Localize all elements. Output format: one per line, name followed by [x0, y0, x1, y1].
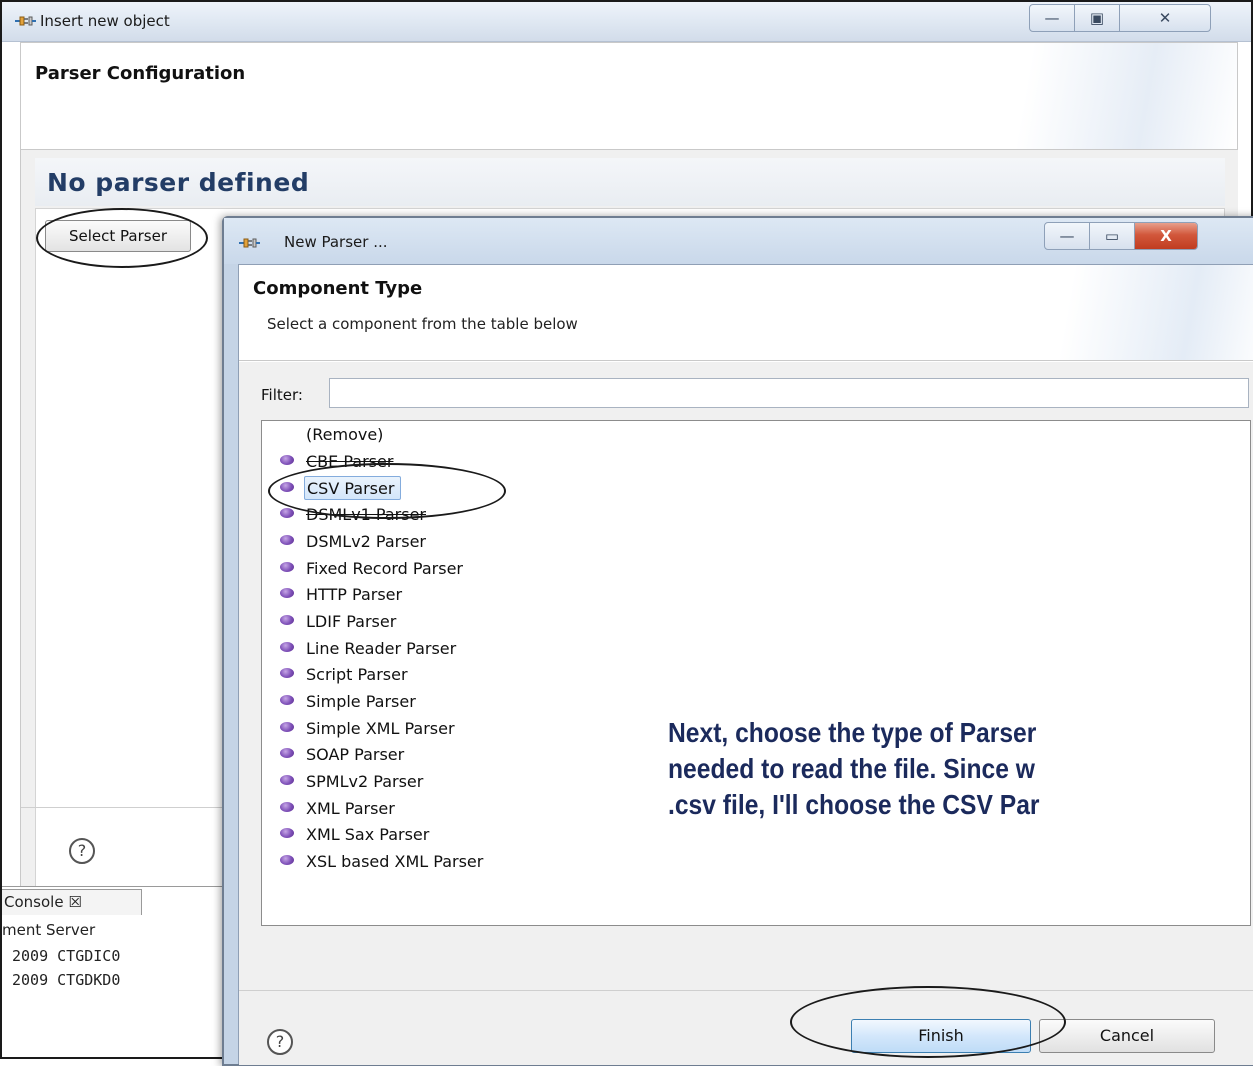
component-bullet-icon: [280, 508, 294, 518]
list-item[interactable]: CBE Parser: [306, 450, 393, 474]
list-item[interactable]: Simple XML Parser: [306, 717, 455, 741]
maximize-icon[interactable]: ▣: [1075, 5, 1120, 31]
annotation-line: Next, choose the type of Parser: [668, 717, 1037, 748]
component-bullet-icon: [280, 855, 294, 865]
console-server-label: ment Server: [2, 921, 96, 939]
annotation-line: needed to read the file. Since w: [668, 753, 1035, 784]
maximize-icon[interactable]: ▭: [1090, 223, 1135, 249]
component-bullet-icon: [280, 642, 294, 652]
help-icon[interactable]: ?: [267, 1029, 293, 1055]
annotation-line: .csv file, I'll choose the CSV Par: [668, 789, 1040, 820]
filter-label: Filter:: [261, 386, 303, 404]
list-item[interactable]: Line Reader Parser: [306, 637, 456, 661]
component-list: (Remove) CBE Parser CSV Parser DSMLv1 Pa…: [261, 420, 1251, 926]
parser-plug-icon: [15, 16, 36, 26]
tutorial-annotation: Next, choose the type of Parser needed t…: [668, 715, 1217, 823]
list-item[interactable]: SOAP Parser: [306, 743, 404, 767]
console-line: 2009 CTGDIC0: [12, 947, 121, 965]
dialog-title: New Parser ...: [284, 233, 388, 251]
dialog-title-bar[interactable]: New Parser ... — ▭ X: [224, 218, 1253, 264]
list-item[interactable]: XML Sax Parser: [306, 823, 429, 847]
list-item[interactable]: XML Parser: [306, 797, 395, 821]
component-bullet-icon: [280, 562, 294, 572]
list-item[interactable]: DSMLv1 Parser: [306, 503, 426, 527]
minimize-icon[interactable]: —: [1045, 223, 1090, 249]
dialog-content: Component Type Select a component from t…: [238, 264, 1253, 1065]
close-icon[interactable]: X: [1135, 223, 1197, 249]
status-band: No parser defined: [35, 158, 1225, 206]
dialog-header-banner: Component Type Select a component from t…: [239, 265, 1253, 361]
list-item[interactable]: Script Parser: [306, 663, 408, 687]
minimize-icon[interactable]: —: [1030, 5, 1075, 31]
no-parser-heading: No parser defined: [47, 168, 310, 197]
filter-input[interactable]: [329, 378, 1249, 408]
list-item[interactable]: HTTP Parser: [306, 583, 402, 607]
list-item[interactable]: XSL based XML Parser: [306, 850, 483, 874]
list-item[interactable]: SPMLv2 Parser: [306, 770, 423, 794]
dialog-body: Filter: (Remove) CBE Parser CSV Parser D…: [239, 362, 1253, 1065]
list-item-selected[interactable]: CSV Parser: [304, 476, 402, 500]
divider: [239, 990, 1253, 991]
console-tab[interactable]: Console ☒: [2, 889, 142, 915]
finish-button[interactable]: Finish: [851, 1019, 1031, 1053]
close-icon[interactable]: ✕: [1120, 5, 1210, 31]
select-parser-button[interactable]: Select Parser: [45, 220, 191, 252]
new-parser-dialog: New Parser ... — ▭ X Component Type Sele…: [222, 216, 1253, 1066]
list-item[interactable]: LDIF Parser: [306, 610, 396, 634]
list-item[interactable]: (Remove): [306, 423, 383, 447]
component-bullet-icon: [280, 748, 294, 758]
component-bullet-icon: [280, 722, 294, 732]
component-bullet-icon: [280, 482, 294, 492]
component-bullet-icon: [280, 775, 294, 785]
console-view: Console ☒ ment Server 2009 CTGDIC0 2009 …: [2, 886, 228, 1057]
parser-plug-icon: [239, 238, 260, 248]
dialog-window-controls: — ▭ X: [1044, 222, 1198, 250]
list-item[interactable]: Fixed Record Parser: [306, 557, 463, 581]
component-bullet-icon: [280, 695, 294, 705]
outer-title-bar[interactable]: Insert new object — ▣ ✕: [2, 2, 1251, 42]
outer-window-controls: — ▣ ✕: [1029, 4, 1211, 32]
list-item[interactable]: DSMLv2 Parser: [306, 530, 426, 554]
component-bullet-icon: [280, 802, 294, 812]
component-bullet-icon: [280, 535, 294, 545]
help-icon[interactable]: ?: [69, 838, 95, 864]
component-type-subtitle: Select a component from the table below: [267, 315, 578, 333]
outer-header-banner: Parser Configuration: [20, 42, 1238, 150]
component-bullet-icon: [280, 588, 294, 598]
cancel-button[interactable]: Cancel: [1039, 1019, 1215, 1053]
component-bullet-icon: [280, 455, 294, 465]
list-item[interactable]: Simple Parser: [306, 690, 416, 714]
component-bullet-icon: [280, 615, 294, 625]
outer-window-title: Insert new object: [40, 12, 170, 30]
component-type-title: Component Type: [253, 278, 423, 299]
component-bullet-icon: [280, 668, 294, 678]
console-line: 2009 CTGDKD0: [12, 971, 121, 989]
parser-configuration-title: Parser Configuration: [35, 63, 246, 84]
component-bullet-icon: [280, 828, 294, 838]
